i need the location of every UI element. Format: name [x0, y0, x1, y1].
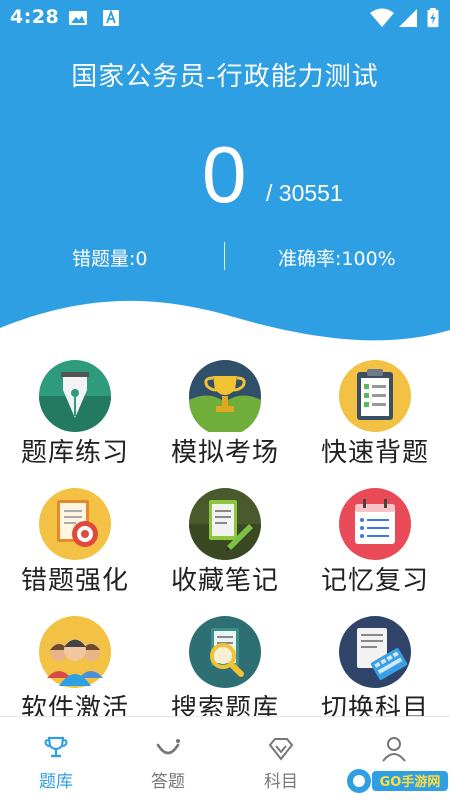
clipboard-checklist-icon — [339, 360, 411, 432]
tab-question-bank[interactable]: 题库 — [0, 717, 112, 800]
status-time: 4:28 — [10, 6, 60, 28]
trophy-outline-icon — [44, 736, 68, 758]
diamond-icon — [268, 738, 294, 761]
tab-label: 答题 — [151, 772, 185, 792]
wrong-count-stat: 错题量:0 — [72, 248, 148, 270]
grid-item-mock-exam[interactable]: 模拟考场 — [150, 360, 300, 480]
calendar-list-icon — [339, 488, 411, 560]
grid-item-label: 模拟考场 — [170, 438, 279, 468]
person-icon — [382, 737, 406, 762]
grid-item-label: 快速背题 — [320, 438, 429, 468]
grid-item-quick-recite[interactable]: 快速背题 — [300, 360, 450, 480]
site-watermark: GO手游网 — [347, 769, 448, 793]
trophy-icon — [189, 360, 261, 432]
font-icon — [103, 9, 119, 26]
accuracy-stat: 准确率:100% — [278, 248, 396, 270]
total-questions: / 30551 — [266, 180, 343, 206]
pen-nib-icon — [39, 360, 111, 432]
battery-icon — [427, 8, 439, 28]
status-bar: 4:28 — [0, 0, 450, 36]
signal-icon — [399, 9, 417, 27]
grid-item-label: 题库练习 — [20, 438, 129, 468]
curve-icon — [156, 739, 180, 755]
magnifier-document-icon — [189, 616, 261, 688]
tab-subjects[interactable]: 科目 — [225, 717, 337, 800]
notebook-pencil-icon — [189, 488, 261, 560]
users-group-icon — [39, 616, 111, 688]
answered-count: 0 — [202, 130, 247, 219]
tab-label: 科目 — [264, 772, 298, 792]
grid-item-favorites-notes[interactable]: 收藏笔记 — [150, 488, 300, 608]
grid-item-label: 错题强化 — [20, 566, 129, 596]
grid-item-label: 记忆复习 — [320, 566, 429, 596]
document-target-icon — [39, 488, 111, 560]
wave-divider — [0, 300, 450, 360]
grid-item-label: 收藏笔记 — [170, 566, 279, 596]
stat-divider — [224, 242, 225, 270]
document-keyboard-icon — [339, 616, 411, 688]
grid-item-memory-review[interactable]: 记忆复习 — [300, 488, 450, 608]
app-title: 国家公务员-行政能力测试 — [71, 62, 379, 92]
wifi-icon — [370, 8, 394, 27]
tab-label: 题库 — [39, 772, 73, 792]
grid-item-wrong-questions[interactable]: 错题强化 — [0, 488, 150, 608]
watermark-text: GO手游网 — [380, 774, 441, 790]
image-icon — [69, 11, 87, 25]
grid-item-practice[interactable]: 题库练习 — [0, 360, 150, 480]
tab-answer[interactable]: 答题 — [112, 717, 224, 800]
